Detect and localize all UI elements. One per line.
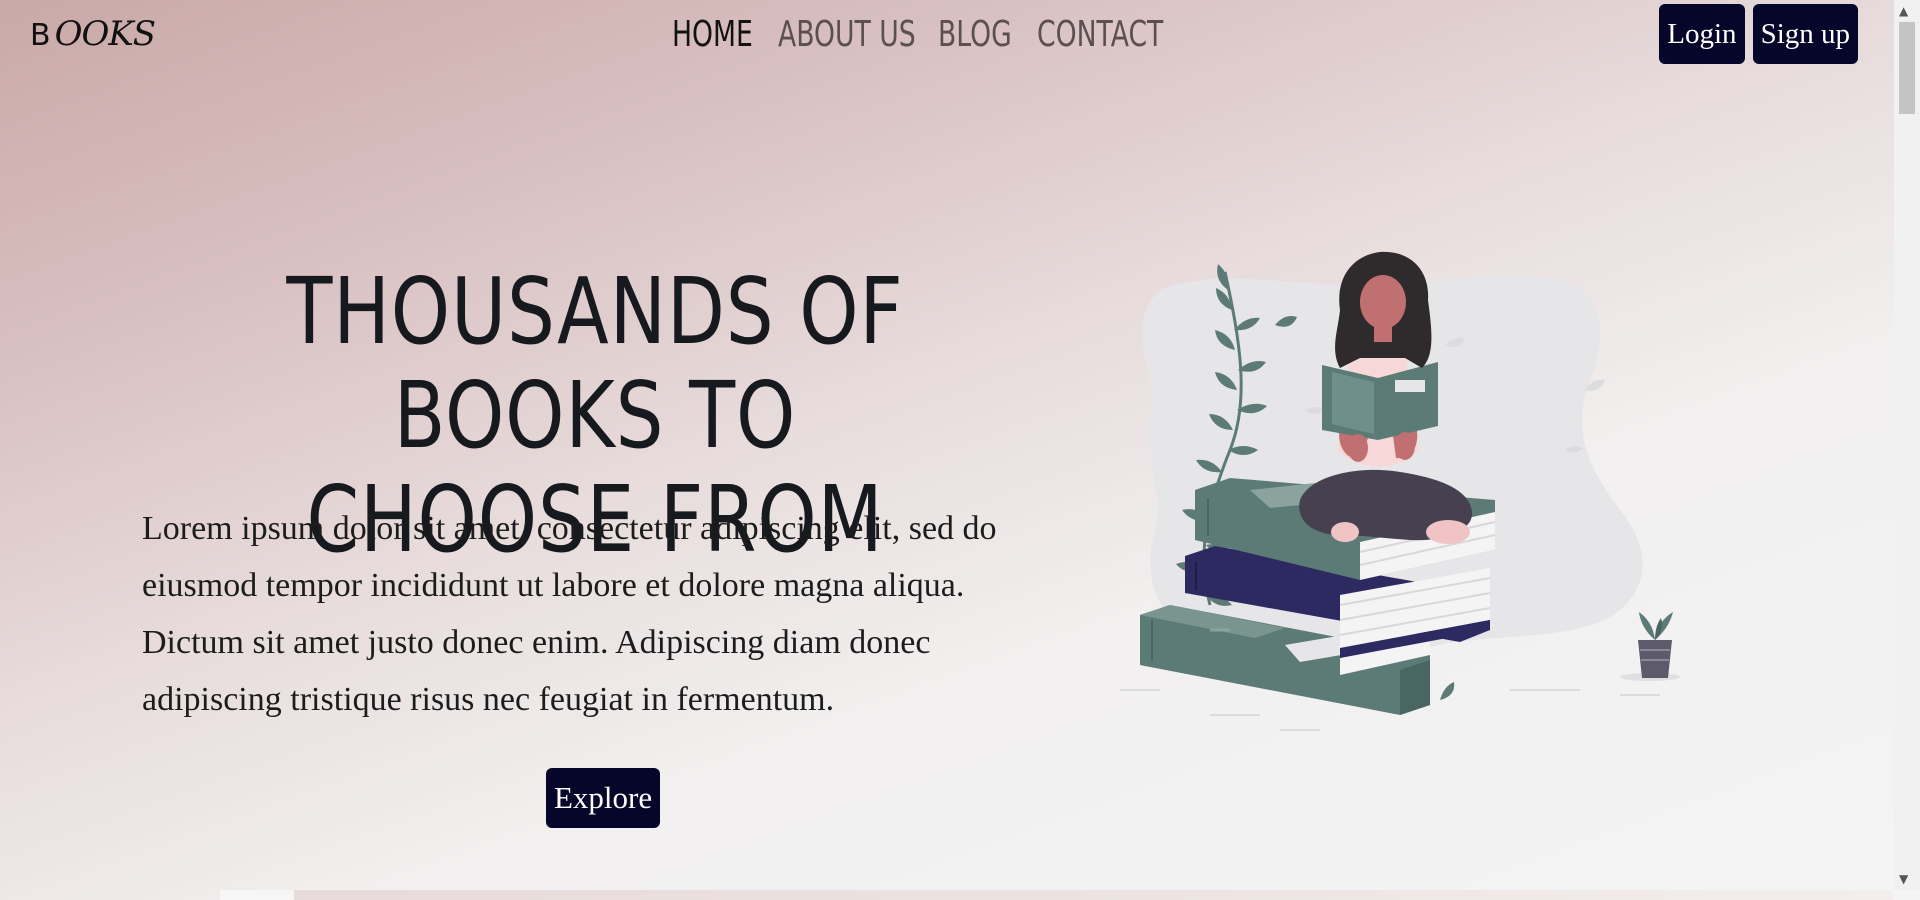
signup-button[interactable]: Sign up (1752, 4, 1858, 64)
hero-title-line-1: THOUSANDS OF BOOKS TO (286, 258, 904, 469)
next-section-peek-light (220, 890, 294, 900)
logo-letter-b: B (30, 18, 51, 53)
nav-about-us[interactable]: ABOUT US (778, 12, 916, 58)
scroll-up-icon[interactable]: ▲ (1899, 4, 1908, 18)
scrollbar-thumb[interactable] (1899, 22, 1915, 114)
scroll-down-icon[interactable]: ▼ (1899, 872, 1908, 886)
site-logo[interactable]: B OOKS (30, 14, 156, 54)
vertical-scrollbar[interactable]: ▲ ▼ (1894, 0, 1920, 890)
woman-reading-illustration (1120, 251, 1680, 731)
nav-blog[interactable]: BLOG (938, 12, 1012, 58)
login-button[interactable]: Login (1659, 4, 1745, 64)
auth-buttons: Login Sign up (1659, 4, 1858, 64)
hero-description: Lorem ipsum dolor sit amet, consectetur … (142, 510, 997, 718)
logo-letters-ooks: OOKS (54, 14, 156, 54)
next-section-peek (220, 890, 1893, 900)
explore-button[interactable]: Explore (546, 768, 661, 828)
nav-home[interactable]: HOME (672, 12, 753, 58)
page: B OOKS HOME ABOUT US BLOG CONTACT Login … (0, 0, 1893, 890)
nav-contact[interactable]: CONTACT (1037, 12, 1163, 58)
